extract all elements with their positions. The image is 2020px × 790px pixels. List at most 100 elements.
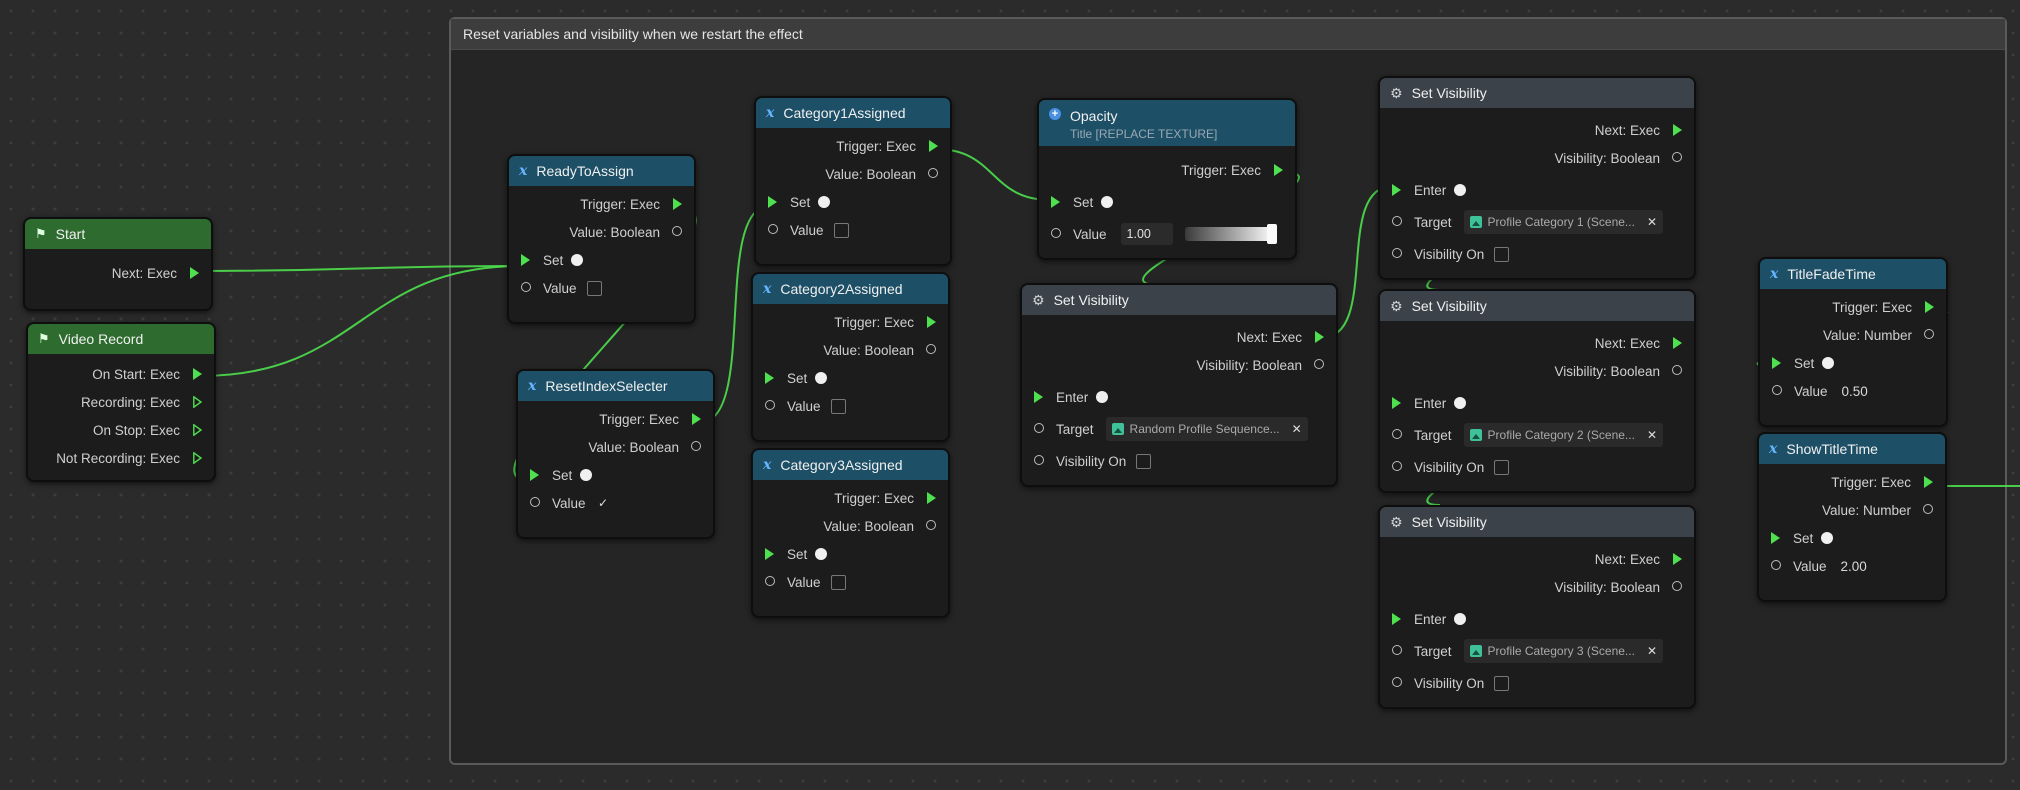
exec-out-pin-icon[interactable]: [927, 316, 936, 328]
pin-not-recording[interactable]: Not Recording: Exec: [28, 444, 214, 472]
value-checkbox[interactable]: [586, 280, 602, 296]
data-out-pin-icon[interactable]: [1672, 152, 1682, 162]
enter-knob-icon[interactable]: [1454, 613, 1467, 625]
pin-value-in[interactable]: Value: [753, 568, 948, 596]
target-object-field[interactable]: Profile Category 2 (Scene... ✕: [1463, 423, 1663, 447]
data-in-pin-icon[interactable]: [1034, 455, 1044, 465]
exec-out-pin-icon[interactable]: [1274, 164, 1283, 176]
visibility-on-checkbox[interactable]: [1494, 675, 1510, 691]
pin-value-out[interactable]: Value: Boolean: [518, 433, 713, 461]
pin-trigger[interactable]: Trigger: Exec: [753, 308, 948, 336]
pin-enter[interactable]: Enter: [1380, 605, 1694, 633]
set-knob-icon[interactable]: [1822, 357, 1835, 369]
value-checkbox[interactable]: ✓: [596, 496, 611, 511]
exec-out-pin-icon[interactable]: [1924, 476, 1933, 488]
value-checkbox[interactable]: [830, 574, 846, 590]
data-in-pin-icon[interactable]: [1392, 429, 1402, 439]
pin-value-out[interactable]: Value: Boolean: [756, 160, 950, 188]
pin-value-in[interactable]: Value: [509, 274, 694, 302]
pin-set[interactable]: Set: [1039, 188, 1295, 216]
value-number-field[interactable]: 0.50: [1842, 384, 1868, 399]
node-header[interactable]: x ResetIndexSelecter: [518, 371, 713, 401]
node-header[interactable]: ⚙ Set Visibility: [1380, 507, 1694, 537]
pin-set[interactable]: Set: [756, 188, 950, 216]
clear-target-icon[interactable]: ✕: [1647, 644, 1657, 658]
node-category1-assigned[interactable]: x Category1Assigned Trigger: Exec Value:…: [754, 96, 952, 266]
data-out-pin-icon[interactable]: [1672, 365, 1682, 375]
exec-in-pin-icon[interactable]: [521, 254, 530, 266]
target-object-field[interactable]: Random Profile Sequence... ✕: [1105, 417, 1308, 441]
pin-visibility-on[interactable]: Visibility On: [1380, 240, 1694, 268]
pin-value-in[interactable]: Value: [756, 216, 950, 244]
data-out-pin-icon[interactable]: [1924, 329, 1934, 339]
node-header[interactable]: x Category3Assigned: [753, 450, 948, 480]
pin-set[interactable]: Set: [753, 364, 948, 392]
node-header[interactable]: ⚙ Set Visibility: [1380, 78, 1694, 108]
pin-trigger[interactable]: Trigger: Exec: [1759, 468, 1945, 496]
node-header[interactable]: ⚑ Start: [25, 219, 211, 249]
pin-set[interactable]: Set: [509, 246, 694, 274]
pin-set[interactable]: Set: [518, 461, 713, 489]
enter-knob-icon[interactable]: [1096, 391, 1109, 403]
exec-in-pin-icon[interactable]: [768, 196, 777, 208]
pin-enter[interactable]: Enter: [1380, 176, 1694, 204]
value-checkbox[interactable]: [833, 222, 849, 238]
pin-on-start[interactable]: On Start: Exec: [28, 360, 214, 388]
pin-next-exec[interactable]: Next: Exec: [1380, 329, 1694, 357]
node-header[interactable]: ⚙ Set Visibility: [1022, 285, 1336, 315]
opacity-slider[interactable]: [1184, 224, 1277, 244]
pin-target[interactable]: Target Random Profile Sequence... ✕: [1022, 415, 1336, 443]
pin-visibility-out[interactable]: Visibility: Boolean: [1022, 351, 1336, 379]
pin-next-exec[interactable]: Next: Exec: [1380, 545, 1694, 573]
pin-visibility-out[interactable]: Visibility: Boolean: [1380, 144, 1694, 172]
pin-value-in[interactable]: Value 0.50: [1760, 377, 1946, 405]
data-in-pin-icon[interactable]: [1771, 560, 1781, 570]
pin-set[interactable]: Set: [1760, 349, 1946, 377]
pin-value-in[interactable]: Value ✓: [518, 489, 713, 517]
node-show-title-time[interactable]: x ShowTitleTime Trigger: Exec Value: Num…: [1757, 432, 1947, 602]
data-in-pin-icon[interactable]: [768, 224, 778, 234]
exec-out-hollow-pin-icon[interactable]: [193, 452, 202, 464]
visibility-on-checkbox[interactable]: [1494, 246, 1510, 262]
data-in-pin-icon[interactable]: [1392, 461, 1402, 471]
exec-in-pin-icon[interactable]: [1392, 397, 1401, 409]
target-object-field[interactable]: Profile Category 3 (Scene... ✕: [1463, 639, 1663, 663]
set-knob-icon[interactable]: [815, 548, 828, 560]
pin-trigger[interactable]: Trigger: Exec: [756, 132, 950, 160]
exec-in-pin-icon[interactable]: [530, 469, 539, 481]
pin-target[interactable]: Target Profile Category 3 (Scene... ✕: [1380, 637, 1694, 665]
exec-out-pin-icon[interactable]: [1673, 337, 1682, 349]
exec-in-pin-icon[interactable]: [1772, 357, 1781, 369]
exec-out-pin-icon[interactable]: [1925, 301, 1934, 313]
value-checkbox[interactable]: [830, 398, 846, 414]
pin-next-exec[interactable]: Next: Exec: [1380, 116, 1694, 144]
exec-in-pin-icon[interactable]: [1771, 532, 1780, 544]
data-out-pin-icon[interactable]: [672, 226, 682, 236]
exec-out-pin-icon[interactable]: [673, 198, 682, 210]
pin-on-stop[interactable]: On Stop: Exec: [28, 416, 214, 444]
pin-trigger[interactable]: Trigger: Exec: [1039, 156, 1295, 184]
exec-in-pin-icon[interactable]: [765, 372, 774, 384]
data-in-pin-icon[interactable]: [530, 497, 540, 507]
slider-thumb[interactable]: [1266, 224, 1277, 244]
set-knob-icon[interactable]: [571, 254, 584, 266]
pin-value-in[interactable]: Value 2.00: [1759, 552, 1945, 580]
data-in-pin-icon[interactable]: [1051, 228, 1061, 238]
value-number-field[interactable]: 2.00: [1841, 559, 1867, 574]
node-header[interactable]: x ShowTitleTime: [1759, 434, 1945, 464]
data-out-pin-icon[interactable]: [1314, 359, 1324, 369]
exec-out-pin-icon[interactable]: [929, 140, 938, 152]
pin-target[interactable]: Target Profile Category 1 (Scene... ✕: [1380, 208, 1694, 236]
node-header[interactable]: x TitleFadeTime: [1760, 259, 1946, 289]
node-start[interactable]: ⚑ Start Next: Exec: [23, 217, 213, 311]
opacity-value-field[interactable]: 1.00: [1120, 223, 1173, 245]
exec-out-pin-icon[interactable]: [1673, 553, 1682, 565]
data-out-pin-icon[interactable]: [926, 344, 936, 354]
target-object-field[interactable]: Profile Category 1 (Scene... ✕: [1463, 210, 1663, 234]
data-in-pin-icon[interactable]: [765, 400, 775, 410]
pin-value-out[interactable]: Value: Number: [1759, 496, 1945, 524]
pin-next-exec[interactable]: Next: Exec: [1022, 323, 1336, 351]
pin-value-out[interactable]: Value: Boolean: [509, 218, 694, 246]
node-set-visibility-main[interactable]: ⚙ Set Visibility Next: Exec Visibility: …: [1020, 283, 1338, 487]
set-knob-icon[interactable]: [818, 196, 831, 208]
